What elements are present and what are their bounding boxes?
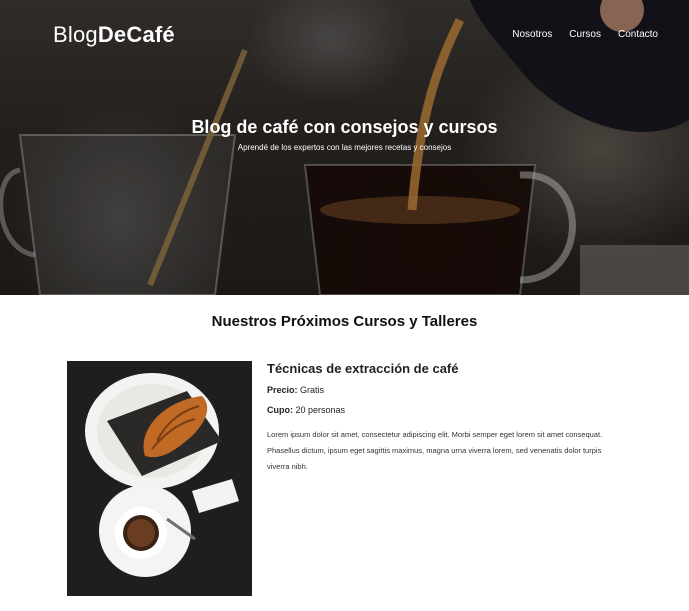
course-price: Precio: Gratis xyxy=(267,385,612,395)
nav-link-contacto[interactable]: Contacto xyxy=(618,29,658,40)
course-price-label: Precio: xyxy=(267,385,298,395)
course-description: Lorem ipsum dolor sit amet, consectetur … xyxy=(267,430,603,471)
site-logo[interactable]: BlogDeCafé xyxy=(53,22,175,48)
course-card: Técnicas de extracción de café Precio: G… xyxy=(267,361,612,475)
course-capacity: Cupo: 20 personas xyxy=(267,405,612,415)
course-capacity-value: 20 personas xyxy=(295,405,346,415)
croissant-coffee-photo xyxy=(67,361,252,596)
logo-text-light: Blog xyxy=(53,22,98,47)
hero-subtitle: Aprendé de los expertos con las mejores … xyxy=(237,143,452,152)
nav-link-nosotros[interactable]: Nosotros xyxy=(512,29,552,40)
course-title[interactable]: Técnicas de extracción de café xyxy=(267,361,612,376)
main-nav: Nosotros Cursos Contacto xyxy=(512,29,658,40)
logo-text-bold: DeCafé xyxy=(97,22,175,47)
course-price-value: Gratis xyxy=(300,385,325,395)
section-title: Nuestros Próximos Cursos y Talleres xyxy=(211,313,478,330)
hero-banner: BlogDeCafé Nosotros Cursos Contacto Blog… xyxy=(0,0,689,295)
course-capacity-label: Cupo: xyxy=(267,405,293,415)
course-image[interactable] xyxy=(67,361,252,596)
nav-link-cursos[interactable]: Cursos xyxy=(569,29,601,40)
hero-title: Blog de café con consejos y cursos xyxy=(191,117,498,137)
